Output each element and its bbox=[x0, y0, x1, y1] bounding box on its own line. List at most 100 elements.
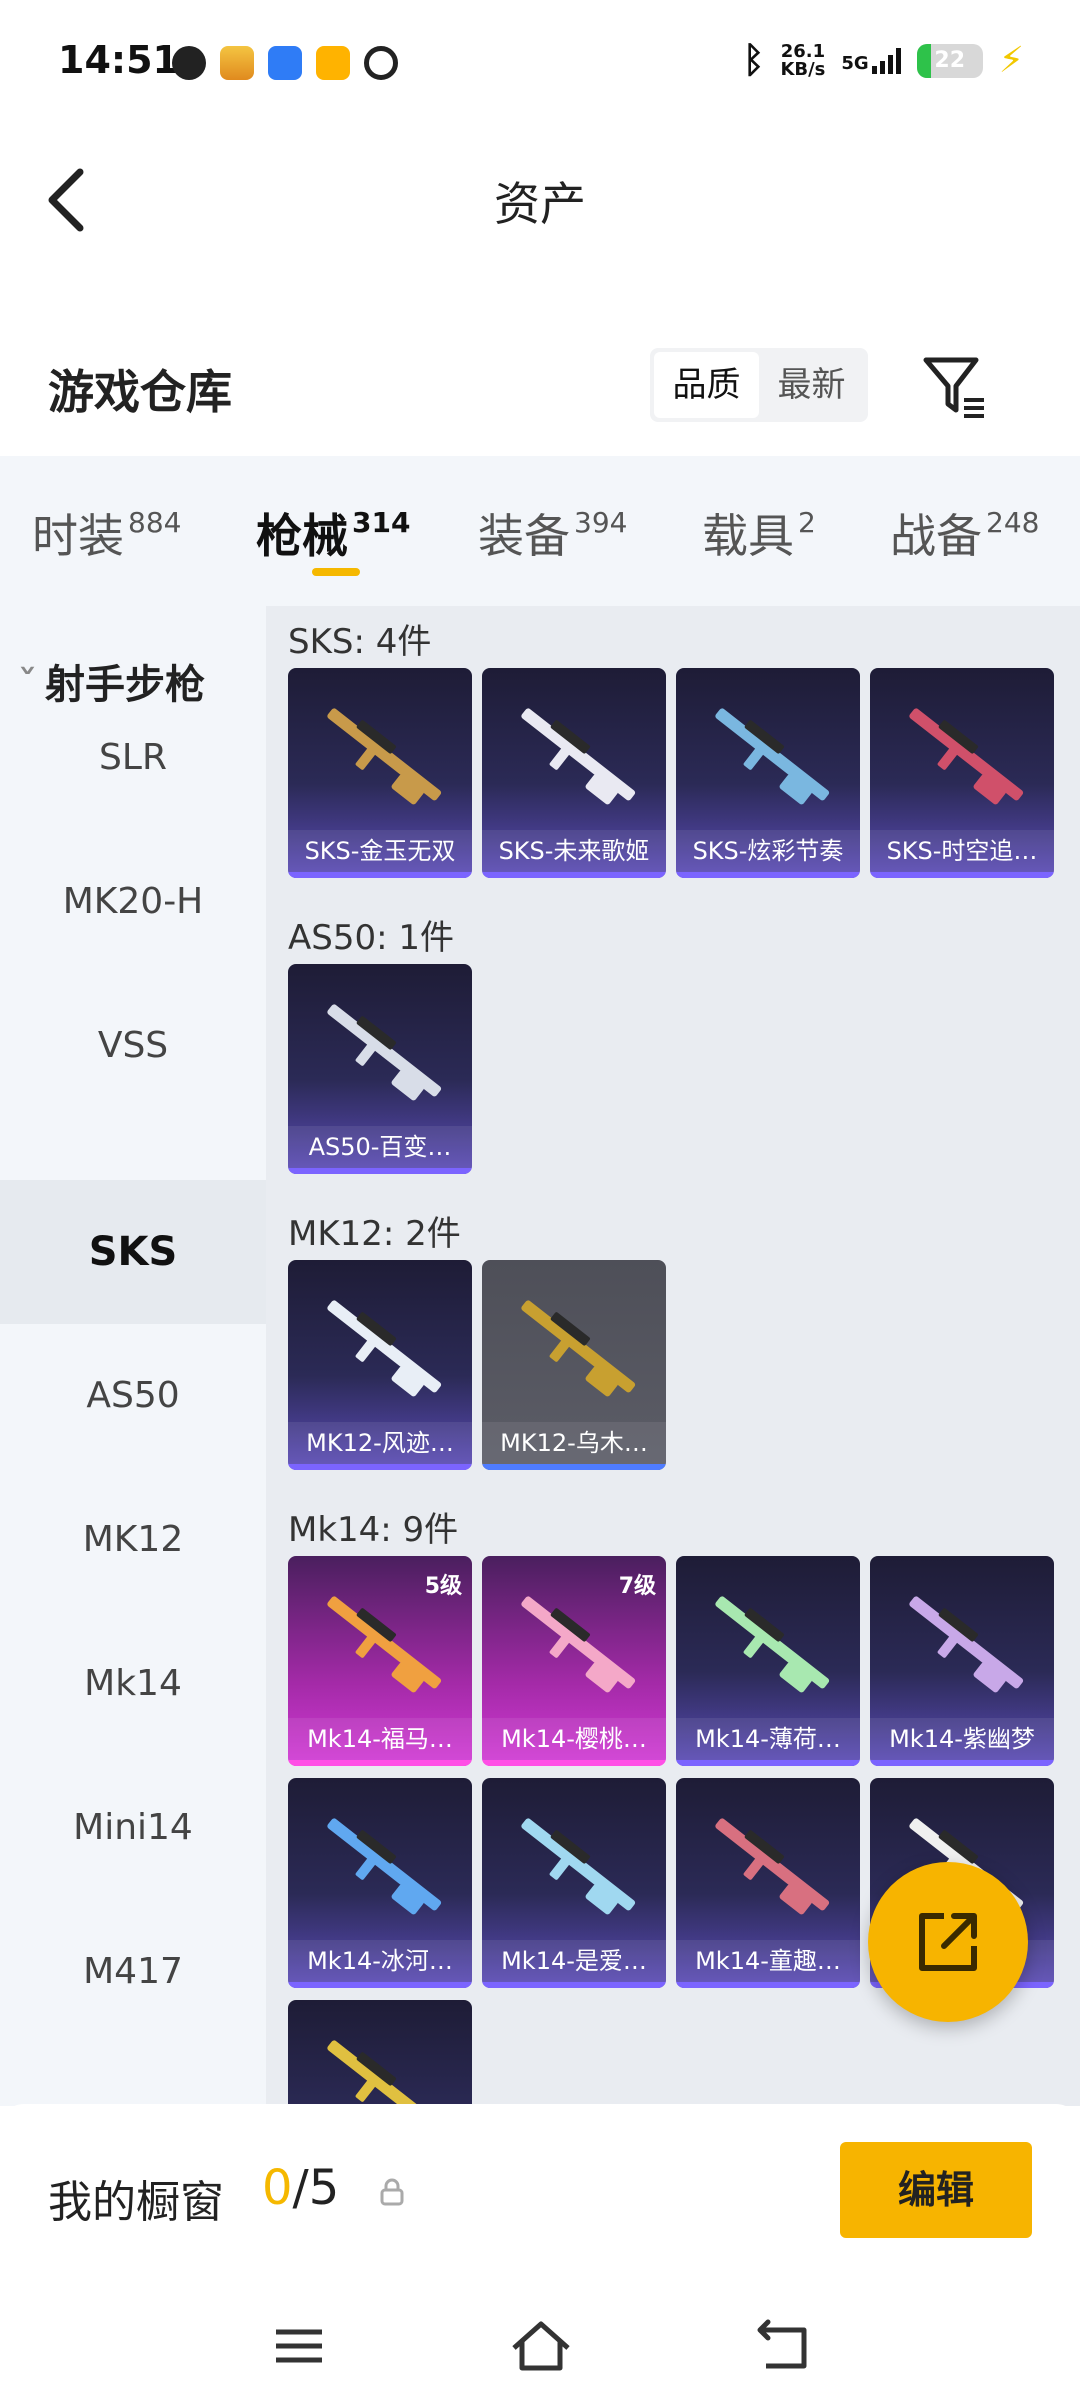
filter-button[interactable] bbox=[920, 352, 988, 420]
sidebar-item-mini14[interactable]: Mini14 bbox=[0, 1756, 266, 1900]
category-tabs: 时装 884 枪械 314 装备 394 载具 2 战备 248 bbox=[0, 456, 1080, 606]
sidebar-item-slr[interactable]: SLR bbox=[0, 686, 266, 830]
game-notification-icon bbox=[220, 46, 254, 80]
weapon-card[interactable]: MK12-乌木… bbox=[482, 1260, 666, 1470]
rifle-icon bbox=[327, 1596, 442, 1693]
rifle-icon bbox=[327, 708, 442, 805]
system-indicators: ᛒ 26.1 KB/s 5G 22 ⚡ bbox=[743, 40, 1024, 81]
app-header: 资产 bbox=[0, 120, 1080, 280]
warehouse-title: 游戏仓库 bbox=[48, 365, 232, 419]
network-speed-unit: KB/s bbox=[780, 58, 826, 80]
weapon-name: SKS-时空追… bbox=[870, 830, 1054, 872]
weapon-name: Mk14-薄荷… bbox=[676, 1718, 860, 1760]
rifle-icon bbox=[521, 1300, 636, 1397]
weapon-name: SKS-炫彩节奏 bbox=[676, 830, 860, 872]
notification-icons bbox=[172, 46, 398, 80]
app-notification-icon bbox=[172, 46, 206, 80]
battery-level: 22 bbox=[934, 47, 966, 73]
system-nav-bar bbox=[0, 2296, 1080, 2400]
weapon-card[interactable] bbox=[288, 2000, 472, 2106]
rarity-bar bbox=[676, 872, 860, 878]
broadcast-notification-icon bbox=[268, 46, 302, 80]
weapon-name: MK12-乌木… bbox=[482, 1422, 666, 1464]
lock-icon bbox=[380, 2178, 404, 2206]
weapon-card[interactable]: Mk14-冰河… bbox=[288, 1778, 472, 1988]
rifle-icon bbox=[715, 708, 830, 805]
weapon-card[interactable]: SKS-时空追… bbox=[870, 668, 1054, 878]
weapon-card[interactable]: 5级 Mk14-福马… bbox=[288, 1556, 472, 1766]
weapon-card[interactable]: SKS-炫彩节奏 bbox=[676, 668, 860, 878]
status-bar: 14:51 ᛒ 26.1 KB/s 5G 22 ⚡ bbox=[0, 0, 1080, 120]
rifle-icon bbox=[327, 1300, 442, 1397]
section-title: SKS: 4件 bbox=[288, 622, 432, 662]
showcase-bar: 我的橱窗 0/5 编辑 bbox=[0, 2104, 1080, 2296]
rarity-bar bbox=[482, 1982, 666, 1988]
tab-supplies[interactable]: 战备 248 bbox=[890, 500, 1039, 566]
battery-icon: 22 bbox=[916, 43, 983, 78]
weapon-card[interactable]: Mk14-紫幽梦 bbox=[870, 1556, 1054, 1766]
tab-vehicles[interactable]: 载具 2 bbox=[702, 500, 816, 566]
menu-icon[interactable] bbox=[264, 2316, 334, 2376]
weapon-name: MK12-风迹… bbox=[288, 1422, 472, 1464]
level-badge: 7级 bbox=[618, 1574, 656, 1599]
rarity-bar bbox=[288, 1464, 472, 1470]
weapon-name: SKS-未来歌姬 bbox=[482, 830, 666, 872]
sidebar-item-m417[interactable]: M417 bbox=[0, 1900, 266, 2044]
charging-icon: ⚡ bbox=[998, 40, 1024, 81]
page-title: 资产 bbox=[494, 177, 586, 231]
rarity-bar bbox=[288, 872, 472, 878]
sidebar-item-mk20h[interactable]: MK20-H bbox=[0, 830, 266, 974]
sidebar-item-mk12[interactable]: MK12 bbox=[0, 1468, 266, 1612]
weapon-card[interactable]: Mk14-薄荷… bbox=[676, 1556, 860, 1766]
weapon-sidebar: ˅ 射手步枪 SLR MK20-H VSS SKS AS50 MK12 Mk14… bbox=[0, 606, 266, 2106]
sidebar-item-as50[interactable]: AS50 bbox=[0, 1324, 266, 1468]
sort-newest-button[interactable]: 最新 bbox=[759, 352, 864, 418]
cellular-signal-icon: 5G bbox=[841, 47, 901, 74]
section-title: AS50: 1件 bbox=[288, 918, 454, 958]
weapon-card[interactable]: Mk14-童趣… bbox=[676, 1778, 860, 1988]
weapon-name: SKS-金玉无双 bbox=[288, 830, 472, 872]
edit-button[interactable]: 编辑 bbox=[840, 2142, 1032, 2238]
tab-firearms[interactable]: 枪械 314 bbox=[256, 500, 410, 566]
tab-equipment[interactable]: 装备 394 bbox=[478, 500, 627, 566]
level-badge: 5级 bbox=[424, 1574, 462, 1599]
rifle-icon bbox=[327, 1004, 442, 1101]
back-nav-icon[interactable] bbox=[746, 2316, 816, 2376]
tab-fashion[interactable]: 时装 884 bbox=[32, 500, 181, 566]
sidebar-item-sks[interactable]: SKS bbox=[0, 1180, 266, 1324]
weapon-card[interactable]: SKS-金玉无双 bbox=[288, 668, 472, 878]
weapon-name: Mk14-福马… bbox=[288, 1718, 472, 1760]
showcase-current: 0 bbox=[262, 2160, 293, 2216]
section-title: Mk14: 9件 bbox=[288, 1510, 459, 1550]
sidebar-item-vss[interactable]: VSS bbox=[0, 974, 266, 1118]
share-button[interactable] bbox=[868, 1862, 1028, 2022]
rarity-bar bbox=[482, 872, 666, 878]
weapon-card[interactable]: SKS-未来歌姬 bbox=[482, 668, 666, 878]
weapon-card[interactable]: AS50-百变… bbox=[288, 964, 472, 1174]
rarity-bar bbox=[288, 1760, 472, 1766]
sidebar-item-mk14[interactable]: Mk14 bbox=[0, 1612, 266, 1756]
weapon-name: Mk14-是爱… bbox=[482, 1940, 666, 1982]
rifle-icon bbox=[327, 2040, 442, 2106]
home-icon[interactable] bbox=[506, 2316, 576, 2376]
music-notification-icon bbox=[364, 46, 398, 80]
network-speed: 26.1 KB/s bbox=[780, 42, 826, 80]
rifle-icon bbox=[909, 708, 1024, 805]
weapon-card[interactable]: MK12-风迹… bbox=[288, 1260, 472, 1470]
rifle-icon bbox=[715, 1596, 830, 1693]
filter-icon bbox=[923, 357, 984, 418]
rarity-bar bbox=[482, 1464, 666, 1470]
rifle-icon bbox=[521, 708, 636, 805]
weapon-card[interactable]: Mk14-是爱… bbox=[482, 1778, 666, 1988]
showcase-total: /5 bbox=[292, 2160, 340, 2216]
network-type: 5G bbox=[841, 52, 869, 74]
rifle-icon bbox=[909, 1596, 1024, 1693]
status-time: 14:51 bbox=[58, 38, 179, 82]
rifle-icon bbox=[715, 1818, 830, 1915]
sort-quality-button[interactable]: 品质 bbox=[654, 352, 759, 418]
weapon-name: Mk14-樱桃… bbox=[482, 1718, 666, 1760]
sort-toggle: 品质 最新 bbox=[650, 348, 868, 422]
rarity-bar bbox=[288, 1982, 472, 1988]
showcase-label: 我的橱窗 bbox=[48, 2177, 224, 2228]
weapon-card[interactable]: 7级 Mk14-樱桃… bbox=[482, 1556, 666, 1766]
